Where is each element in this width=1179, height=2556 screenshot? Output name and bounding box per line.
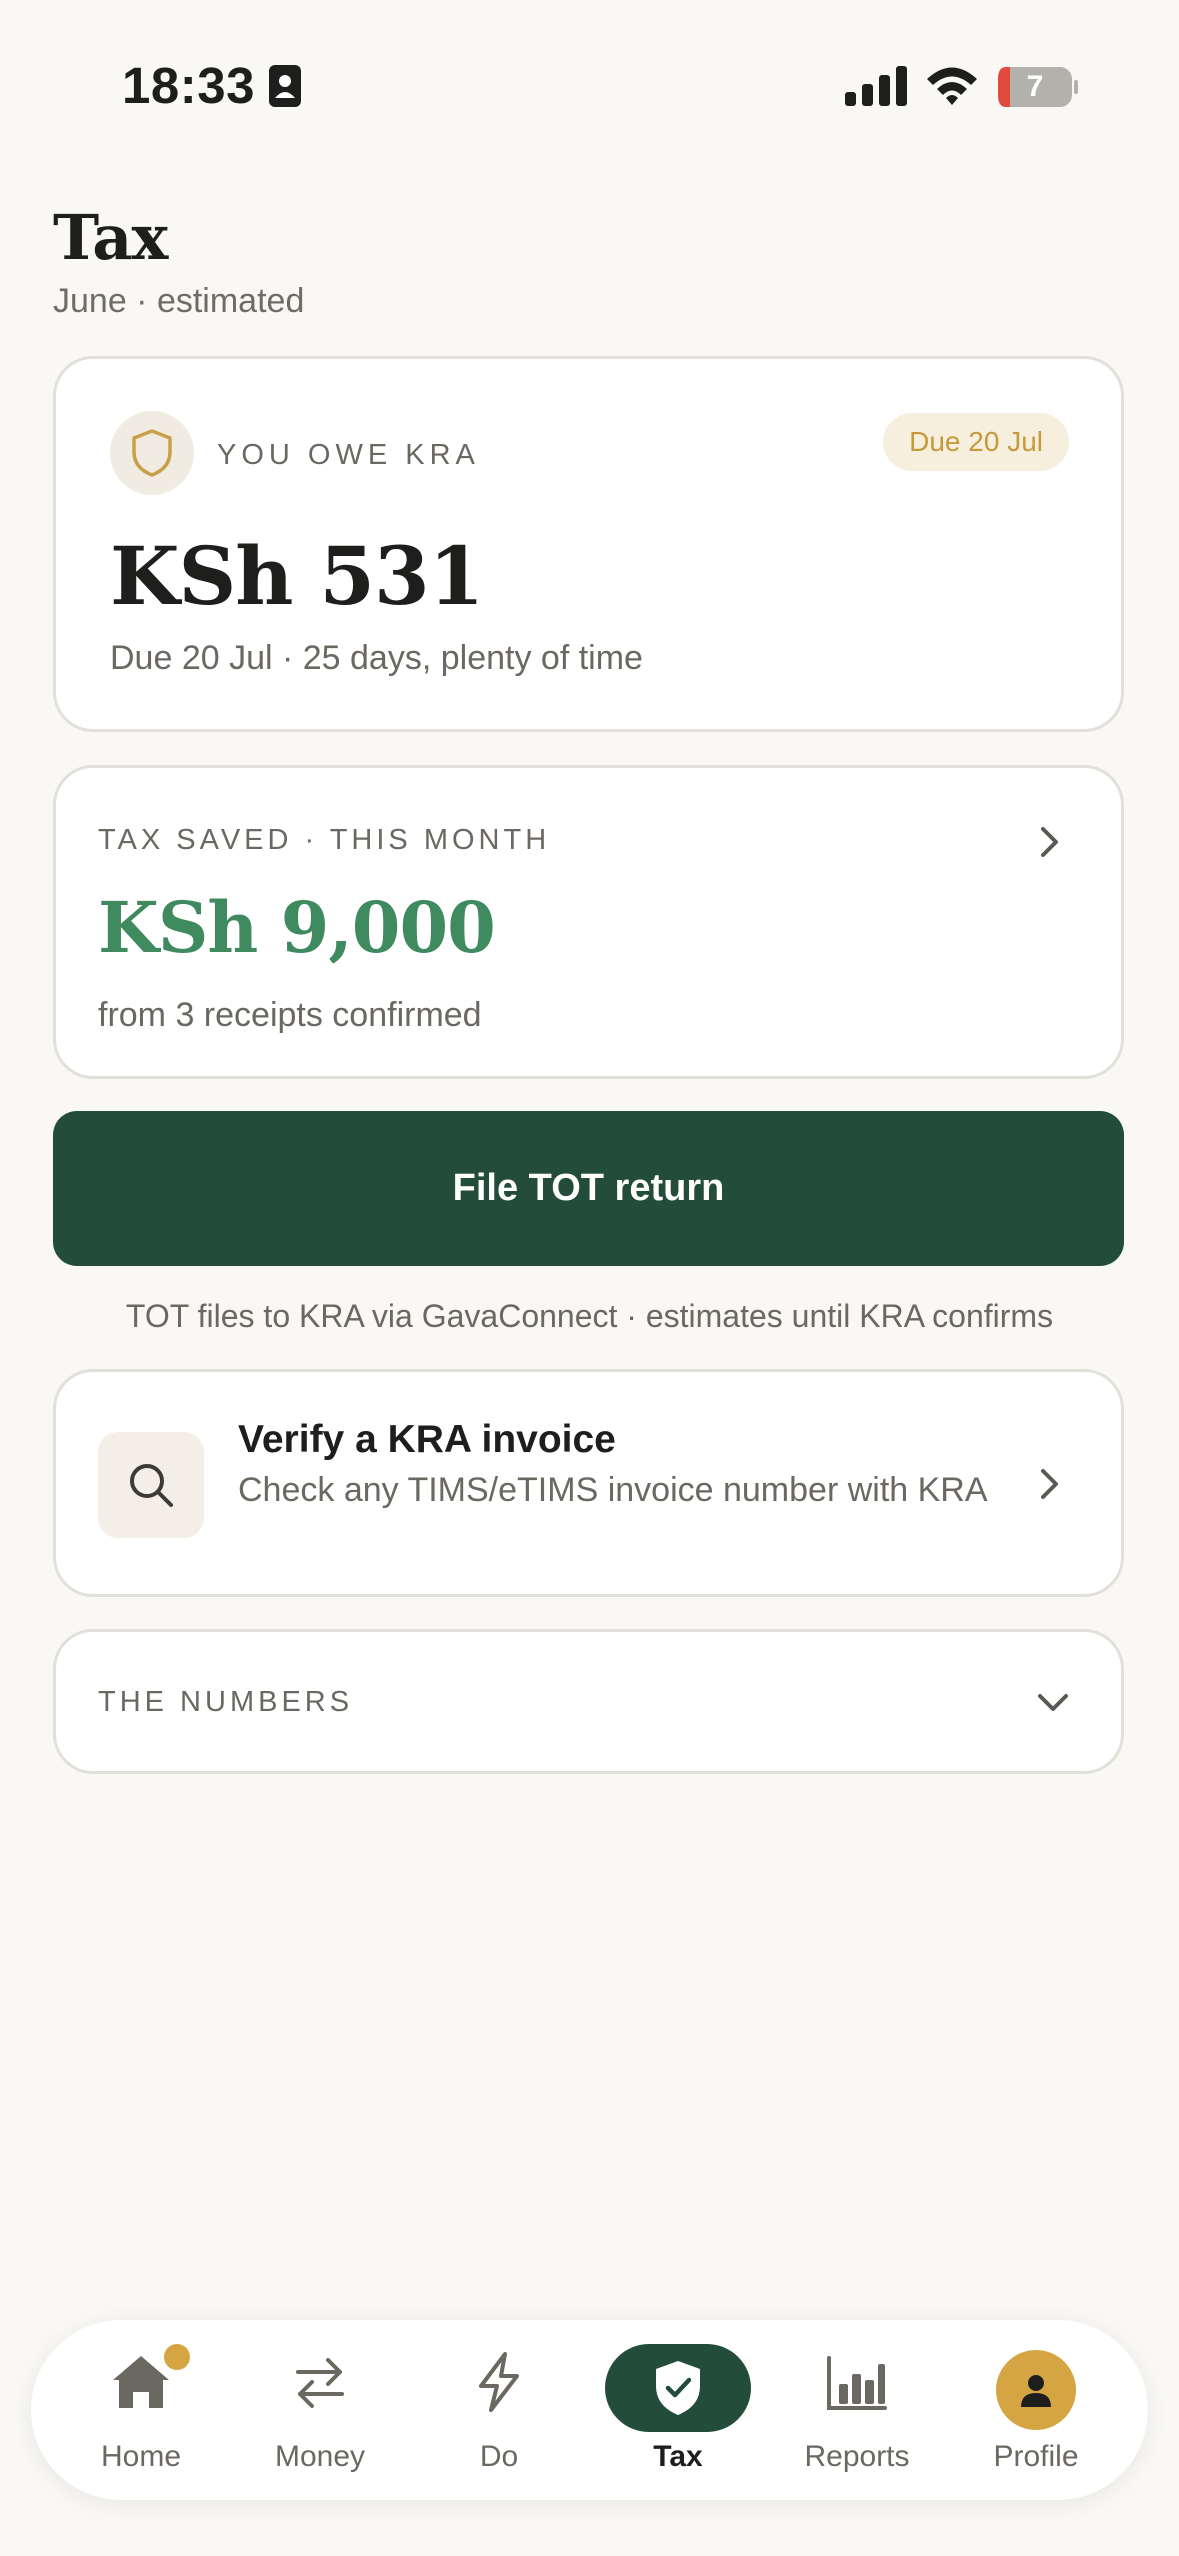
page-subtitle: June · estimated bbox=[53, 282, 305, 320]
numbers-expander[interactable]: THE NUMBERS bbox=[53, 1629, 1124, 1774]
saved-label: TAX SAVED · THIS MONTH bbox=[98, 824, 551, 856]
tab-label: Profile bbox=[993, 2440, 1079, 2473]
bar-chart-icon bbox=[827, 2356, 887, 2410]
search-icon bbox=[98, 1432, 204, 1538]
tab-label: Tax bbox=[653, 2440, 703, 2473]
tab-label: Home bbox=[100, 2440, 182, 2473]
tab-do[interactable]: Do bbox=[419, 2320, 579, 2500]
verify-subtitle: Check any TIMS/eTIMS invoice number with… bbox=[238, 1471, 988, 1509]
wifi-icon bbox=[927, 67, 977, 105]
signal-icon bbox=[845, 66, 907, 106]
tab-money[interactable]: Money bbox=[240, 2320, 400, 2500]
person-icon bbox=[996, 2350, 1076, 2430]
owe-label: YOU OWE KRA bbox=[217, 439, 480, 471]
battery-level: 7 bbox=[1026, 70, 1044, 103]
tax-owed-card: YOU OWE KRA Due 20 Jul KSh 531 Due 20 Ju… bbox=[53, 356, 1124, 732]
file-note: TOT files to KRA via GavaConnect · estim… bbox=[125, 1298, 1054, 1334]
saved-note: from 3 receipts confirmed bbox=[98, 996, 482, 1034]
lightning-icon bbox=[479, 2352, 519, 2412]
page-title: Tax bbox=[53, 201, 168, 274]
tax-saved-card[interactable]: TAX SAVED · THIS MONTH KSh 9,000 from 3 … bbox=[53, 765, 1124, 1079]
battery-icon: 7 bbox=[998, 67, 1078, 107]
verify-title: Verify a KRA invoice bbox=[238, 1418, 616, 1461]
tab-label: Do bbox=[479, 2440, 519, 2473]
due-badge: Due 20 Jul bbox=[883, 413, 1069, 471]
file-tot-return-button[interactable]: File TOT return bbox=[53, 1111, 1124, 1266]
numbers-label: THE NUMBERS bbox=[98, 1686, 354, 1718]
tab-tax[interactable]: Tax bbox=[598, 2320, 758, 2500]
chevron-right-icon bbox=[1041, 827, 1058, 857]
saved-amount: KSh 9,000 bbox=[98, 886, 496, 969]
notification-dot bbox=[164, 2344, 190, 2370]
tab-home[interactable]: Home bbox=[61, 2320, 221, 2500]
transfer-arrows-icon bbox=[296, 2358, 344, 2408]
owed-amount: KSh 531 bbox=[110, 529, 484, 623]
tab-label: Money bbox=[274, 2440, 366, 2473]
tab-profile[interactable]: Profile bbox=[956, 2320, 1116, 2500]
shield-icon bbox=[110, 411, 194, 495]
owe-note: Due 20 Jul · 25 days, plenty of time bbox=[110, 639, 643, 677]
chevron-down-icon bbox=[1038, 1694, 1068, 1711]
tab-reports[interactable]: Reports bbox=[777, 2320, 937, 2500]
chevron-right-icon bbox=[1041, 1469, 1058, 1499]
contact-card-icon bbox=[269, 65, 301, 107]
verify-invoice-card[interactable]: Verify a KRA invoice Check any TIMS/eTIM… bbox=[53, 1369, 1124, 1597]
shield-check-icon bbox=[605, 2344, 751, 2432]
status-time: 18:33 bbox=[122, 57, 255, 114]
tab-label: Reports bbox=[804, 2440, 910, 2473]
bottom-tab-bar: Home Money Do Tax Reports Profile bbox=[31, 2320, 1148, 2500]
